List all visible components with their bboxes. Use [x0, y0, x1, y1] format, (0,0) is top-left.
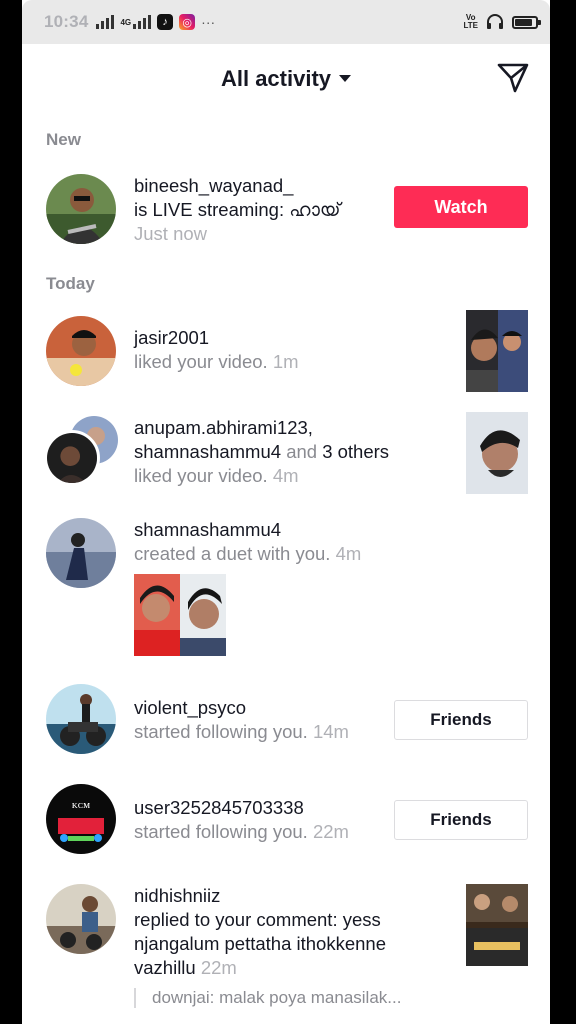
signal-icon-2 — [133, 15, 152, 29]
section-today-label: Today — [46, 274, 95, 293]
and-text: and — [286, 441, 318, 462]
timestamp: 4m — [272, 465, 299, 486]
battery-icon — [512, 15, 541, 29]
action-text: liked your video. — [134, 351, 268, 372]
action-text: created a duet with you. — [134, 543, 331, 564]
username[interactable]: jasir2001 — [134, 326, 299, 350]
avatar[interactable] — [46, 518, 116, 588]
username[interactable]: bineesh_wayanad_ — [134, 174, 340, 198]
username[interactable]: anupam.abhirami123, — [134, 416, 389, 440]
live-status-text: is LIVE streaming: ഹായ് — [134, 199, 341, 220]
network-label: 4G — [120, 17, 132, 27]
friends-button[interactable]: Friends — [394, 700, 528, 740]
video-thumbnail[interactable] — [466, 884, 528, 966]
duet-thumbnail[interactable] — [134, 574, 226, 656]
clock: 10:34 — [44, 12, 89, 31]
avatar[interactable] — [46, 884, 116, 954]
video-thumbnail[interactable] — [466, 310, 528, 392]
activity-screen: 10:34 4G ♪ ◎ ··· VoLTE All activity New — [22, 0, 550, 1024]
timestamp: 4m — [335, 543, 362, 564]
avatar[interactable] — [46, 684, 116, 754]
username[interactable]: user3252845703338 — [134, 796, 349, 820]
username[interactable]: violent_psyco — [134, 696, 349, 720]
avatar[interactable] — [46, 316, 116, 386]
caret-down-icon — [339, 74, 352, 82]
action-text: started following you. — [134, 821, 308, 842]
svg-text:ᴋᴄᴍ: ᴋᴄᴍ — [72, 799, 90, 811]
send-icon[interactable] — [496, 60, 530, 94]
reply-text-line-1: replied to your comment: yess — [134, 909, 381, 930]
action-text: liked your video. — [134, 465, 268, 486]
header: All activity — [22, 44, 550, 114]
watch-button[interactable]: Watch — [394, 186, 528, 228]
username-2[interactable]: shamnashammu4 — [134, 441, 281, 462]
signal-icon — [96, 15, 115, 29]
reply-text-line-3: vazhillu — [134, 957, 196, 978]
tiktok-notification-icon: ♪ — [157, 14, 174, 30]
timestamp: 22m — [200, 957, 237, 978]
video-thumbnail[interactable] — [466, 412, 528, 494]
more-notifications-icon: ··· — [201, 14, 216, 30]
timestamp: 1m — [272, 351, 299, 372]
avatar[interactable]: ᴋᴄᴍ — [46, 784, 116, 854]
timestamp: 22m — [312, 821, 349, 842]
timestamp: Just now — [134, 223, 208, 244]
reply-text-line-2: njangalum pettatha ithokkenne — [134, 933, 386, 954]
quoted-comment: downjai: malak poya manasilak... — [134, 988, 401, 1008]
status-bar: 10:34 4G ♪ ◎ ··· Vo LTE — [22, 0, 550, 44]
username[interactable]: nidhishniiz — [134, 884, 386, 908]
volte-icon: Vo LTE — [463, 13, 478, 30]
avatar[interactable] — [44, 430, 100, 486]
others-link[interactable]: 3 others — [322, 441, 389, 462]
avatar[interactable] — [46, 174, 116, 244]
section-new-label: New — [46, 130, 81, 149]
friends-button[interactable]: Friends — [394, 800, 528, 840]
page-title: All activity — [220, 66, 332, 91]
timestamp: 14m — [312, 721, 349, 742]
action-text: started following you. — [134, 721, 308, 742]
instagram-notification-icon: ◎ — [179, 14, 196, 30]
headphones-icon — [487, 14, 503, 29]
activity-filter-dropdown[interactable]: All activity — [22, 66, 550, 92]
username[interactable]: shamnashammu4 — [134, 518, 361, 542]
